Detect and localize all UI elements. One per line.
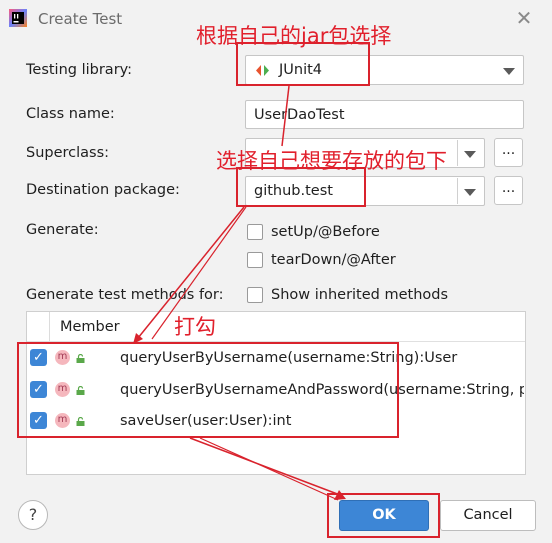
ok-highlight-box	[327, 493, 440, 538]
setup-checkbox[interactable]	[247, 224, 263, 240]
help-button[interactable]: ?	[18, 500, 48, 530]
check-annotation: 打勾	[174, 315, 216, 339]
class-name-input[interactable]: UserDaoTest	[245, 100, 524, 129]
class-name-label: Class name:	[26, 106, 115, 122]
class-name-value: UserDaoTest	[254, 107, 345, 123]
combo-separator	[457, 140, 458, 166]
combo-separator	[457, 178, 458, 204]
header-separator	[49, 312, 50, 341]
intellij-idea-icon	[9, 9, 27, 27]
cancel-button[interactable]: Cancel	[440, 500, 536, 531]
chevron-down-icon	[503, 68, 515, 75]
member-column-header[interactable]: Member	[60, 319, 120, 335]
teardown-checkbox[interactable]	[247, 252, 263, 268]
jar-annotation: 根据自己的jar包选择	[196, 24, 392, 48]
generate-label: Generate:	[26, 222, 99, 238]
destination-package-browse-button[interactable]: ...	[494, 176, 523, 205]
package-annotation: 选择自己想要存放的包下	[216, 149, 447, 173]
show-inherited-label: Show inherited methods	[271, 287, 449, 303]
teardown-label: tearDown/@After	[271, 252, 396, 268]
chevron-down-icon	[464, 189, 476, 196]
methods-highlight-box	[17, 342, 399, 438]
superclass-label: Superclass:	[26, 145, 110, 161]
testing-library-label: Testing library:	[26, 62, 133, 78]
destination-package-label: Destination package:	[26, 182, 180, 198]
dialog-title: Create Test	[38, 10, 123, 28]
show-inherited-checkbox[interactable]	[247, 287, 263, 303]
close-icon[interactable]: ✕	[514, 8, 534, 28]
generate-methods-label: Generate test methods for:	[26, 287, 224, 303]
superclass-browse-button[interactable]: ...	[494, 138, 523, 167]
setup-label: setUp/@Before	[271, 224, 380, 240]
chevron-down-icon	[464, 151, 476, 158]
